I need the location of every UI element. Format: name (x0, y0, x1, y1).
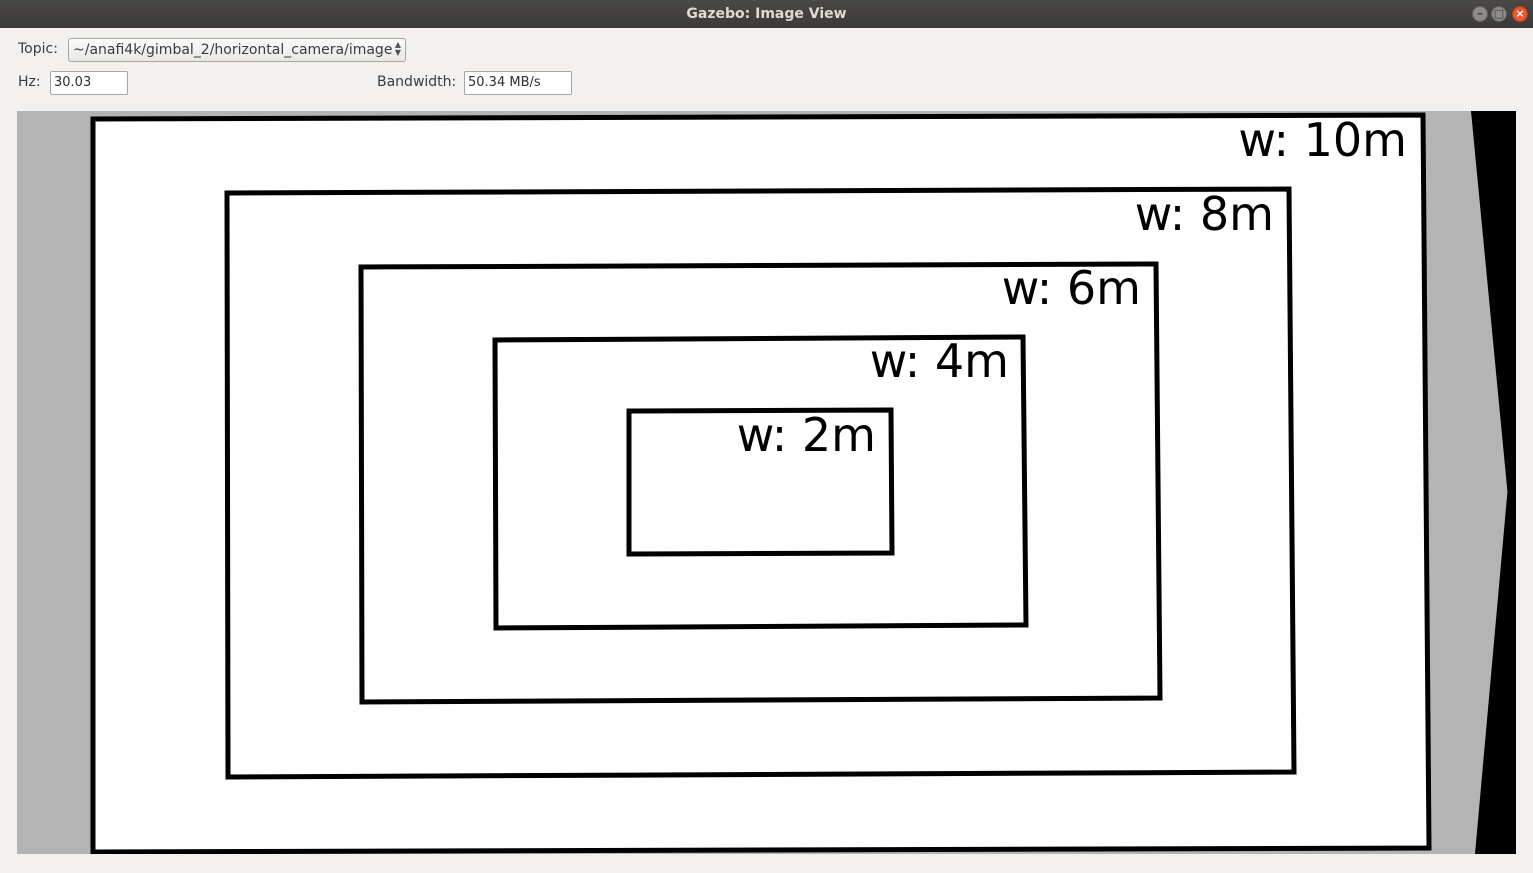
hz-field[interactable]: 30.03 (50, 71, 128, 95)
marker-label-10m: w: 10m (1238, 113, 1407, 167)
topic-select-value: ~/anafi4k/gimbal_2/horizontal_camera/ima… (73, 42, 393, 58)
topic-select[interactable]: ~/anafi4k/gimbal_2/horizontal_camera/ima… (68, 38, 406, 62)
bandwidth-label: Bandwidth: (377, 74, 457, 90)
minimize-icon[interactable]: – (1472, 6, 1488, 22)
camera-image: w: 10m w: 8m w: 6m w: 4m w: 2m (17, 111, 1516, 854)
hz-label: Hz: (18, 74, 41, 90)
marker-label-4m: w: 4m (870, 334, 1009, 388)
marker-label-6m: w: 6m (1002, 261, 1141, 315)
topic-label: Topic: (18, 41, 58, 57)
window-title: Gazebo: Image View (686, 6, 847, 22)
window-titlebar: Gazebo: Image View – □ × (0, 0, 1533, 28)
close-icon[interactable]: × (1512, 6, 1528, 22)
bandwidth-field[interactable]: 50.34 MB/s (464, 71, 572, 95)
marker-label-8m: w: 8m (1135, 187, 1274, 241)
camera-image-view: w: 10m w: 8m w: 6m w: 4m w: 2m (17, 111, 1516, 854)
marker-label-2m: w: 2m (737, 408, 876, 462)
updown-arrows-icon: ▲ ▼ (394, 40, 401, 57)
maximize-icon[interactable]: □ (1491, 6, 1507, 22)
